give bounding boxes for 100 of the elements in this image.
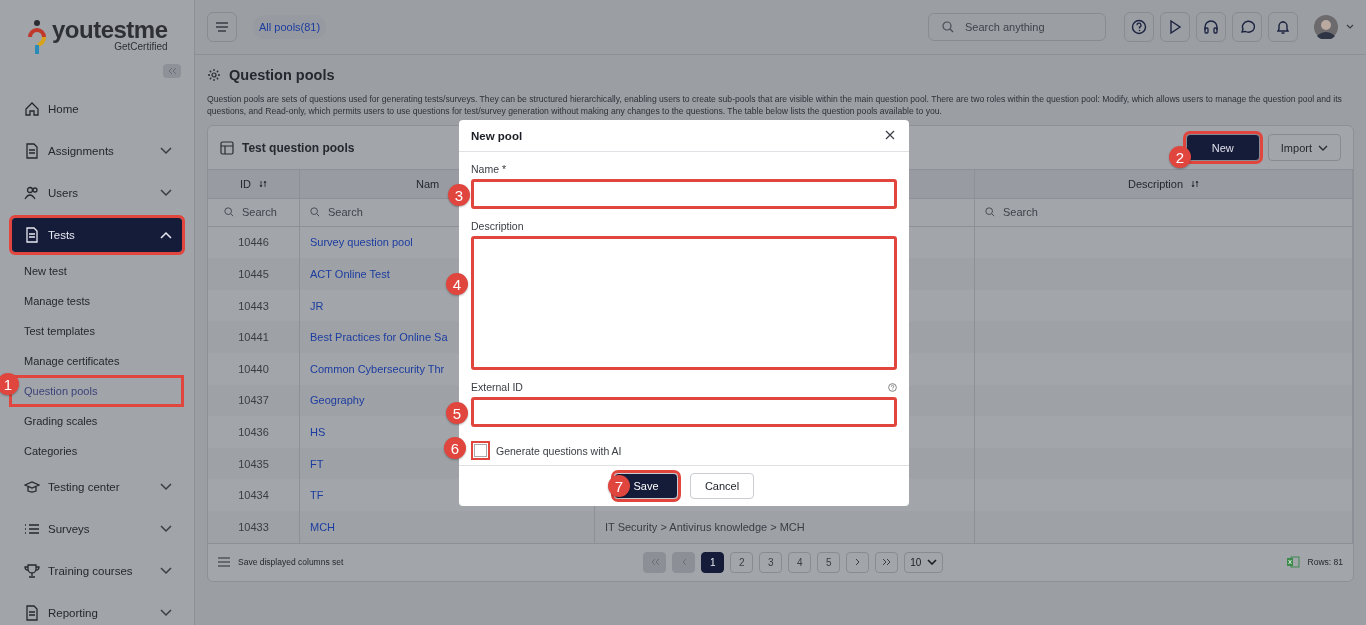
search-field[interactable]: Search anything [928,13,1106,41]
gear-icon [207,68,221,82]
nav-subitem[interactable]: New test [12,258,181,284]
nav-item[interactable]: Surveys [12,512,182,546]
logo-icon [26,19,48,55]
play-button[interactable] [1160,12,1190,42]
text-field[interactable] [471,397,897,427]
graduation-cap-icon [24,479,40,495]
field-label: External ID [471,381,523,393]
pool-link[interactable]: Best Practices for Online Sa [310,331,448,344]
search-icon [985,207,995,218]
page-button[interactable]: 4 [788,551,812,573]
rows-count: Rows: 81 [1307,557,1343,568]
menu-button[interactable] [207,12,237,42]
double-chevron-icon [167,67,177,75]
chevron-icon [160,483,172,491]
table-cell: 10437 [208,384,300,417]
help-button[interactable] [1124,12,1154,42]
save-columns-link[interactable]: Save displayed columns set [238,557,344,568]
table-cell: 10441 [208,321,300,353]
bell-icon [1275,19,1291,35]
headset-icon [1203,19,1219,35]
nav-item[interactable]: Testing center [12,470,182,504]
pool-link[interactable]: HS [310,425,326,438]
chevron-icon [160,189,172,197]
table-title: Test question pools [242,140,355,155]
column-header[interactable]: ID [208,170,300,198]
chevron-icon [1318,144,1328,151]
first-page-button[interactable] [643,551,667,573]
avatar[interactable] [1314,15,1338,39]
menu-icon [218,557,230,568]
nav-item[interactable]: Users [12,176,182,210]
page-button[interactable]: 2 [730,551,754,573]
pool-link[interactable]: TF [310,489,324,502]
headset-button[interactable] [1196,12,1226,42]
close-icon [885,129,895,140]
search-icon [224,207,234,218]
nav-item[interactable]: Reporting [12,596,182,625]
last-page-button[interactable] [875,551,899,573]
logo-tagline: GetCertified [114,41,168,52]
nav-subitem[interactable]: Grading scales [12,408,181,434]
filter-field[interactable]: Search [1001,205,1063,220]
filter-field[interactable]: Search [326,205,388,220]
table-icon [220,140,234,155]
breadcrumb-pill[interactable]: All pools(81) [253,15,327,39]
home-icon [24,101,40,117]
table-cell: 10445 [208,258,300,290]
import-dropdown[interactable]: Import [1267,134,1341,162]
page-size-select[interactable]: 10 [904,551,944,573]
table-cell: 10435 [208,447,300,480]
logo-wordmark: youtestme [52,19,168,41]
table-cell: 10436 [208,416,300,448]
search-icon [310,207,320,218]
chat-icon [1239,19,1255,35]
chat-button[interactable] [1232,12,1262,42]
menu-icon [215,21,229,33]
notifications-button[interactable] [1268,12,1298,42]
list-icon [24,521,40,537]
cancel-button[interactable]: Cancel [690,473,754,499]
close-button[interactable] [885,129,897,142]
chevron-icon [160,231,172,239]
nav-subitem[interactable]: Categories [12,438,181,464]
table-cell: IT Security > Antivirus knowledge > MCH [605,520,805,533]
caret-icon[interactable] [1346,24,1354,30]
filter-field[interactable]: Search [240,205,299,220]
column-header[interactable]: Description [975,170,1353,198]
pool-link[interactable]: Geography [310,394,365,407]
document-icon [24,143,40,159]
description-field[interactable] [471,236,897,370]
page-button[interactable]: 1 [701,551,725,573]
chevron-icon [160,609,172,617]
nav-item[interactable]: Tests [12,218,182,252]
nav-subitem[interactable]: Manage certificates [12,348,181,374]
pool-link[interactable]: JR [310,299,324,312]
chevron-icon [854,558,861,567]
nav-item[interactable]: Training courses [12,554,182,588]
nav-item[interactable]: Assignments [12,134,182,168]
sort-icon [259,180,267,189]
pool-link[interactable]: ACT Online Test [310,268,390,280]
nav-subitem[interactable]: Manage tests [12,288,181,314]
text-field[interactable] [471,179,897,209]
new-button[interactable]: New [1185,134,1260,162]
chevron-icon [160,147,172,155]
spreadsheet-icon[interactable] [1285,556,1300,569]
pool-link[interactable]: MCH [310,520,336,533]
play-icon [1167,19,1183,35]
pool-link[interactable]: Common Cybersecurity Thr [310,362,445,375]
search-icon [942,21,954,33]
nav-subitem[interactable]: Test templates [12,318,181,344]
nav-item[interactable]: Home [12,92,182,126]
pool-link[interactable]: Survey question pool [310,236,413,249]
trophy-icon [24,563,40,579]
chevron-icon [927,559,938,566]
document-icon [24,227,40,243]
page-button[interactable]: 3 [759,551,783,573]
table-cell: 10434 [208,479,300,511]
table-cell: 10440 [208,353,300,385]
dialog-title: New pool [471,129,523,142]
pool-link[interactable]: FT [310,457,324,470]
page-button[interactable]: 5 [817,551,841,573]
